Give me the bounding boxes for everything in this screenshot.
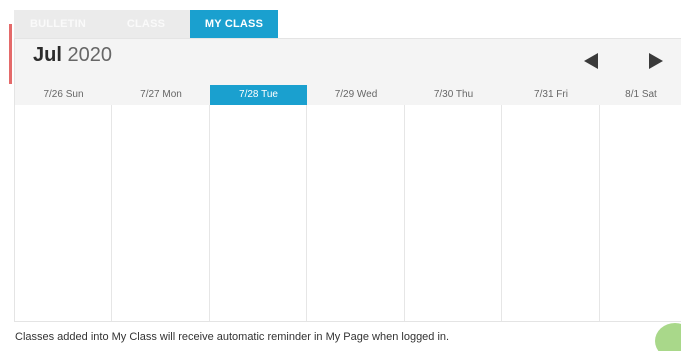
triangle-left-icon[interactable] bbox=[584, 53, 598, 69]
day-column-thu[interactable] bbox=[405, 105, 502, 321]
day-header-sun: 7/26 Sun bbox=[43, 89, 84, 100]
day-header-row: 7/26 Sun 7/27 Mon 7/28 Tue 7/29 Wed 7/30… bbox=[15, 85, 681, 105]
tab-my-class[interactable]: MY CLASS bbox=[190, 10, 278, 38]
corner-decoration bbox=[655, 323, 681, 351]
my-class-screen: BULLETIN CLASS MY CLASS Jul 2020 7/26 Su… bbox=[0, 0, 681, 351]
day-header-sat: 8/1 Sat bbox=[625, 89, 657, 100]
day-column-sat[interactable] bbox=[600, 105, 681, 321]
tab-class[interactable]: CLASS bbox=[102, 10, 190, 38]
left-accent-bar bbox=[9, 24, 12, 84]
triangle-right-icon[interactable] bbox=[649, 53, 663, 69]
day-column-sun[interactable] bbox=[15, 105, 112, 321]
day-header-thu: 7/30 Thu bbox=[433, 89, 474, 100]
year-label: 2020 bbox=[67, 44, 112, 66]
month-label: Jul bbox=[33, 44, 62, 66]
day-header-wed: 7/29 Wed bbox=[334, 89, 378, 100]
day-header-tue-today: 7/28 Tue bbox=[210, 85, 307, 105]
calendar-header: Jul 2020 bbox=[15, 39, 681, 85]
day-column-mon[interactable] bbox=[112, 105, 210, 321]
tab-bar: BULLETIN CLASS MY CLASS bbox=[14, 10, 278, 38]
day-header-mon: 7/27 Mon bbox=[140, 89, 182, 100]
day-column-fri[interactable] bbox=[502, 105, 600, 321]
day-column-tue[interactable] bbox=[210, 105, 307, 321]
day-column-wed[interactable] bbox=[307, 105, 405, 321]
week-calendar: Jul 2020 7/26 Sun 7/27 Mon 7/28 Tue 7/29… bbox=[14, 38, 681, 322]
reminder-note: Classes added into My Class will receive… bbox=[15, 331, 450, 343]
month-title: Jul 2020 bbox=[33, 44, 112, 67]
tab-bulletin[interactable]: BULLETIN bbox=[14, 10, 102, 38]
day-header-fri: 7/31 Fri bbox=[534, 89, 568, 100]
